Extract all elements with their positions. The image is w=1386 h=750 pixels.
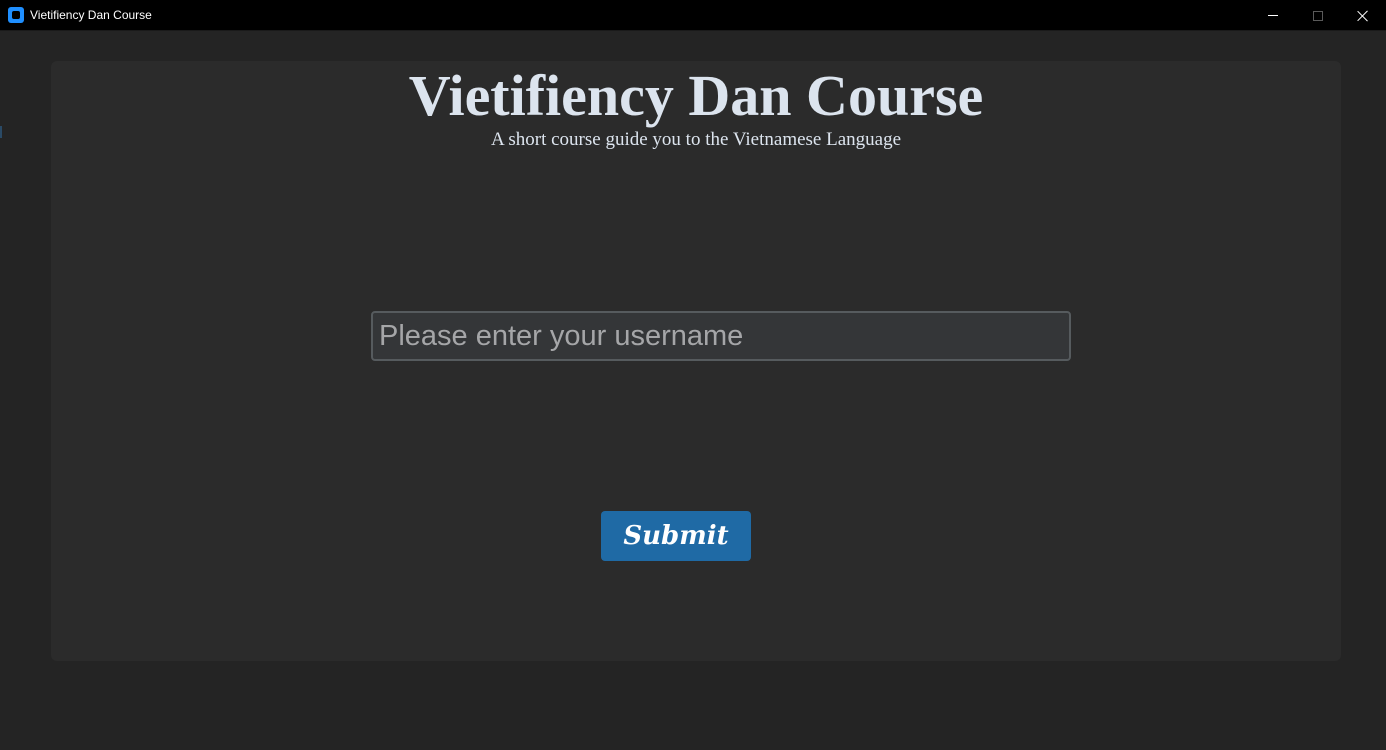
maximize-button[interactable] [1295, 0, 1341, 31]
close-icon [1357, 10, 1369, 22]
title-bar[interactable]: Vietifiency Dan Course [0, 0, 1386, 31]
app-icon [8, 7, 24, 23]
window-title: Vietifiency Dan Course [30, 8, 152, 22]
main-panel: Vietifiency Dan Course A short course gu… [51, 61, 1341, 661]
minimize-button[interactable] [1250, 0, 1296, 31]
page-subtitle: A short course guide you to the Vietname… [490, 129, 902, 150]
maximize-icon [1313, 10, 1323, 21]
app-window: Vietifiency Dan Course Vietifiency Dan C… [0, 0, 1386, 750]
page-title: Vietifiency Dan Course [408, 63, 984, 128]
username-input[interactable] [371, 311, 1071, 361]
window-edge-mark [0, 126, 2, 138]
submit-button[interactable]: Submit [601, 511, 751, 561]
close-button[interactable] [1340, 0, 1386, 31]
minimize-icon [1268, 15, 1278, 16]
